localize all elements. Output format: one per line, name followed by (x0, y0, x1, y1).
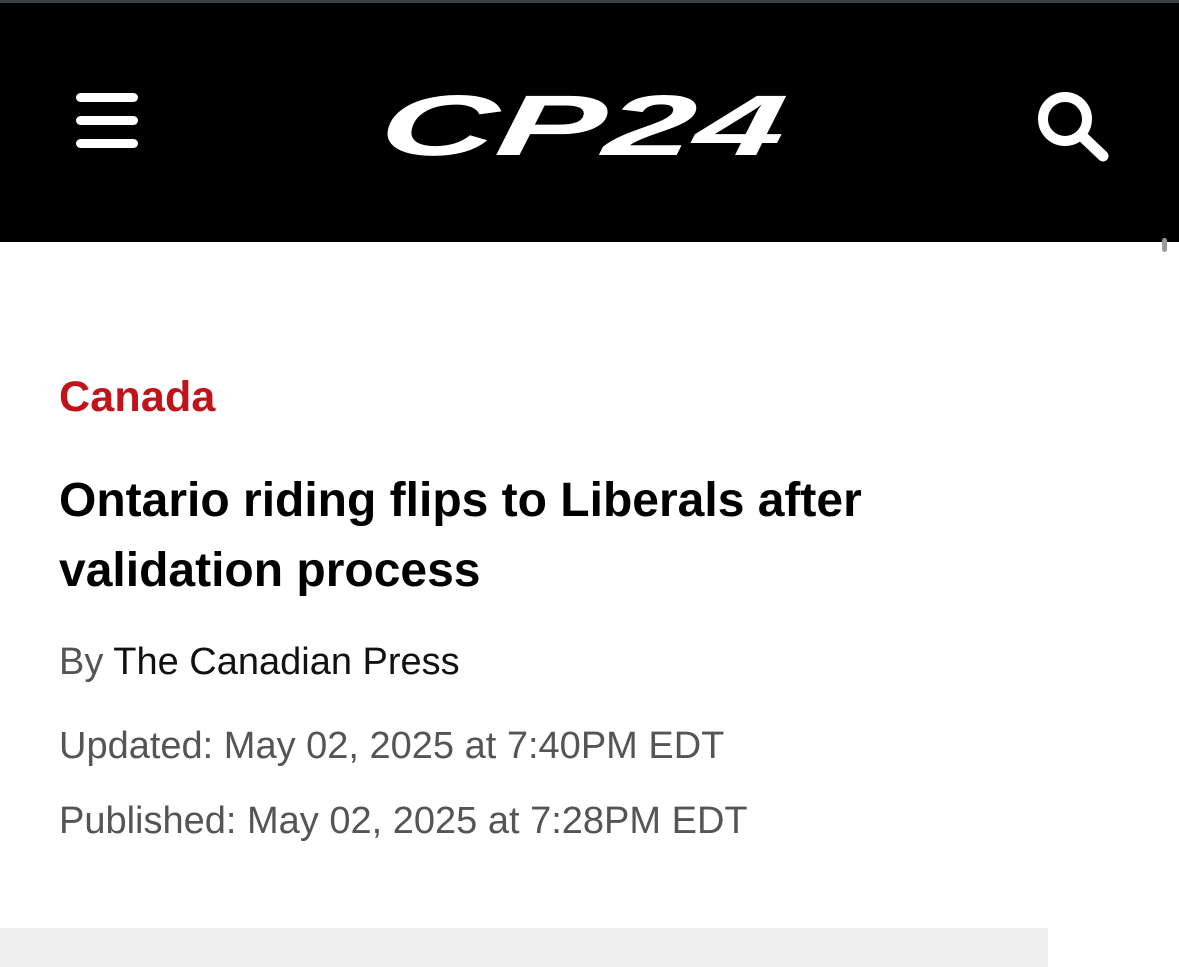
ad-placeholder (0, 928, 1048, 967)
byline-author[interactable]: The Canadian Press (113, 641, 459, 683)
cp24-logo[interactable]: CP24 (380, 73, 800, 183)
byline-prefix: By (59, 641, 104, 683)
article-headline: Ontario riding flips to Liberals after v… (59, 474, 862, 597)
updated-timestamp: Updated: May 02, 2025 at 7:40PM EDT (59, 725, 725, 767)
site-header: CP24 (0, 3, 1179, 242)
byline: By The Canadian Press (59, 641, 460, 684)
category-link[interactable]: Canada (59, 373, 216, 422)
search-icon[interactable] (1028, 85, 1116, 167)
hamburger-menu-icon[interactable] (72, 89, 142, 153)
logo-text: CP24 (380, 78, 792, 174)
published-timestamp: Published: May 02, 2025 at 7:28PM EDT (59, 800, 748, 842)
scrollbar-thumb[interactable] (1162, 238, 1167, 252)
